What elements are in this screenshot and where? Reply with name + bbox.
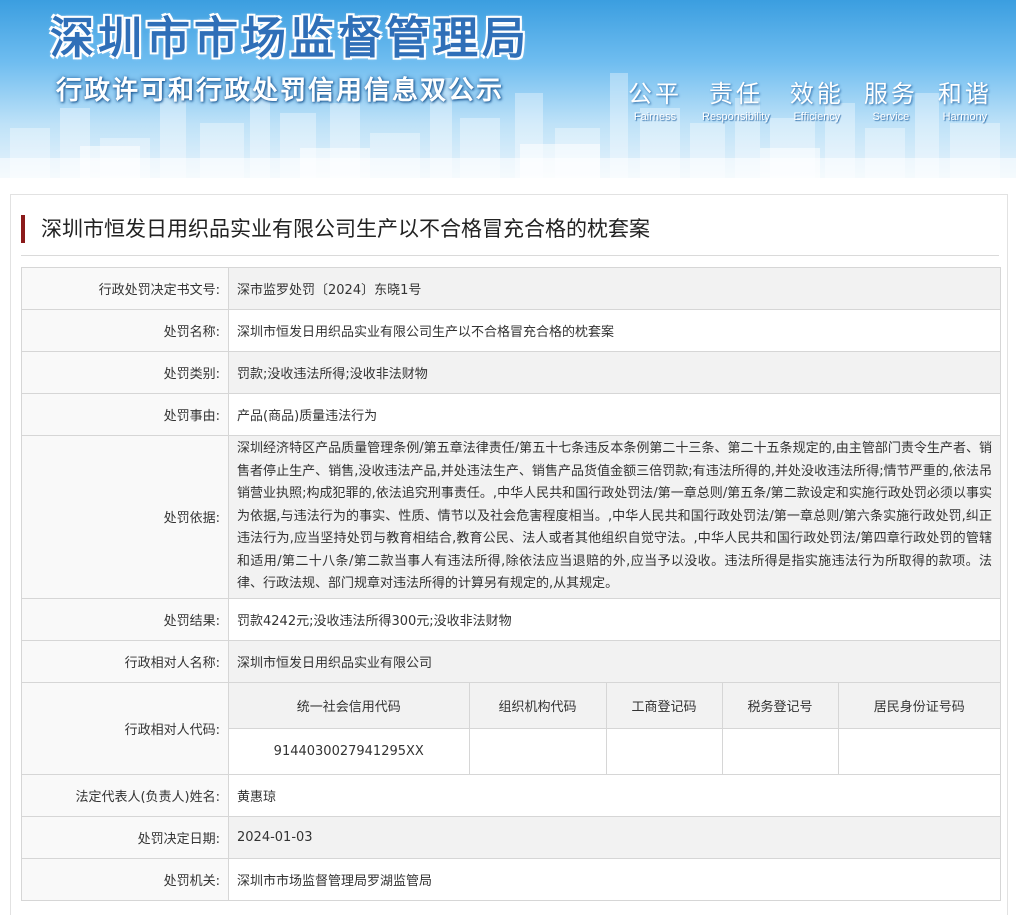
field-label: 处罚机关: [21, 857, 229, 901]
table-row: 处罚依据: 深圳经济特区产品质量管理条例/第五章法律责任/第五十七条违反本条例第… [21, 435, 1001, 599]
table-row: 处罚类别: 罚款;没收违法所得;没收非法财物 [21, 351, 1001, 394]
code-value: 9144030027941295XX [273, 743, 424, 759]
table-row: 行政相对人名称: 深圳市恒发日用织品实业有限公司 [21, 639, 1001, 683]
field-value: 深圳市市场监督管理局罗湖监管局 [228, 857, 1001, 901]
motto-en: Fairness [633, 111, 677, 123]
table-row: 处罚名称: 深圳市恒发日用织品实业有限公司生产以不合格冒充合格的枕套案 [21, 309, 1001, 352]
field-value: 产品(商品)质量违法行为 [228, 393, 1001, 436]
motto-en: Service [872, 111, 910, 123]
motto-item: 和谐 Harmony [938, 74, 992, 123]
motto-item: 公平 Fairness [628, 74, 682, 123]
field-value: 深圳市恒发日用织品实业有限公司 [228, 639, 1001, 683]
motto-en: Efficiency [793, 111, 841, 123]
field-value: 黄惠琼 [228, 773, 1001, 817]
field-value: 深圳经济特区产品质量管理条例/第五章法律责任/第五十七条违反本条例第二十三条、第… [228, 435, 1001, 599]
field-label: 处罚事由: [21, 393, 229, 436]
field-label: 处罚决定日期: [21, 815, 229, 859]
motto-cn: 效能 [789, 80, 844, 108]
divider [21, 255, 999, 256]
table-row: 行政相对人代码: 统一社会信用代码 组织机构代码 工商登记码 税务登记号 居民身… [21, 681, 1001, 775]
motto-cn: 责任 [708, 80, 763, 108]
motto-item: 效能 Efficiency [790, 74, 844, 123]
site-title: 深圳市市场监督管理局 [50, 13, 530, 64]
code-header: 居民身份证号码 [837, 682, 1000, 729]
party-code-cell: 统一社会信用代码 组织机构代码 工商登记码 税务登记号 居民身份证号码 9144… [228, 681, 1001, 775]
motto-cn: 公平 [628, 80, 682, 108]
motto-item: 服务 Service [864, 74, 918, 123]
motto-en: Responsibility [702, 111, 770, 123]
table-row: 处罚机关: 深圳市市场监督管理局罗湖监管局 [21, 857, 1001, 901]
code-header: 组织机构代码 [468, 682, 606, 729]
motto-cn: 和谐 [937, 80, 992, 108]
main-content: 深圳市恒发日用织品实业有限公司生产以不合格冒充合格的枕套案 行政处罚决定书文号:… [10, 194, 1008, 915]
code-value [837, 728, 1000, 774]
table-row: 处罚事由: 产品(商品)质量违法行为 [21, 393, 1001, 436]
field-label: 处罚名称: [21, 309, 229, 352]
party-code-table: 统一社会信用代码 组织机构代码 工商登记码 税务登记号 居民身份证号码 9144… [229, 682, 1000, 774]
code-value [605, 728, 722, 774]
code-header: 工商登记码 [605, 682, 722, 729]
field-value: 深市监罗处罚〔2024〕东晓1号 [228, 267, 1001, 310]
table-row: 处罚决定日期: 2024-01-03 [21, 815, 1001, 859]
field-label: 法定代表人(负责人)姓名: [21, 773, 229, 817]
page-title: 深圳市恒发日用织品实业有限公司生产以不合格冒充合格的枕套案 [21, 215, 650, 243]
table-row: 法定代表人(负责人)姓名: 黄惠琼 [21, 773, 1001, 817]
field-label: 处罚结果: [21, 597, 229, 641]
field-label: 行政相对人代码: [21, 681, 229, 775]
site-subtitle: 行政许可和行政处罚信用信息双公示 [56, 76, 505, 106]
code-value [468, 728, 606, 774]
motto-en: Harmony [942, 111, 988, 123]
penalty-info-table: 行政处罚决定书文号: 深市监罗处罚〔2024〕东晓1号 处罚名称: 深圳市恒发日… [21, 267, 1001, 901]
code-header: 税务登记号 [721, 682, 838, 729]
table-row: 处罚结果: 罚款4242元;没收违法所得300元;没收非法财物 [21, 597, 1001, 641]
code-value-row: 9144030027941295XX [229, 728, 1000, 774]
motto-slogan: 公平 Fairness 责任 Responsibility 效能 Efficie… [628, 74, 1012, 123]
field-label: 处罚类别: [21, 351, 229, 394]
code-header: 统一社会信用代码 [229, 682, 469, 729]
motto-cn: 服务 [863, 80, 918, 108]
field-label: 处罚依据: [21, 435, 229, 599]
motto-item: 责任 Responsibility [702, 74, 770, 123]
code-value [721, 728, 838, 774]
field-label: 行政处罚决定书文号: [21, 267, 229, 310]
field-value: 2024-01-03 [228, 815, 1001, 859]
header-banner: 深圳市市场监督管理局 行政许可和行政处罚信用信息双公示 公平 Fairness … [0, 0, 1016, 178]
field-label: 行政相对人名称: [21, 639, 229, 683]
code-header-row: 统一社会信用代码 组织机构代码 工商登记码 税务登记号 居民身份证号码 [229, 682, 1000, 729]
field-value: 罚款;没收违法所得;没收非法财物 [228, 351, 1001, 394]
field-value: 罚款4242元;没收违法所得300元;没收非法财物 [228, 597, 1001, 641]
field-value: 深圳市恒发日用织品实业有限公司生产以不合格冒充合格的枕套案 [228, 309, 1001, 352]
table-row: 行政处罚决定书文号: 深市监罗处罚〔2024〕东晓1号 [21, 267, 1001, 310]
